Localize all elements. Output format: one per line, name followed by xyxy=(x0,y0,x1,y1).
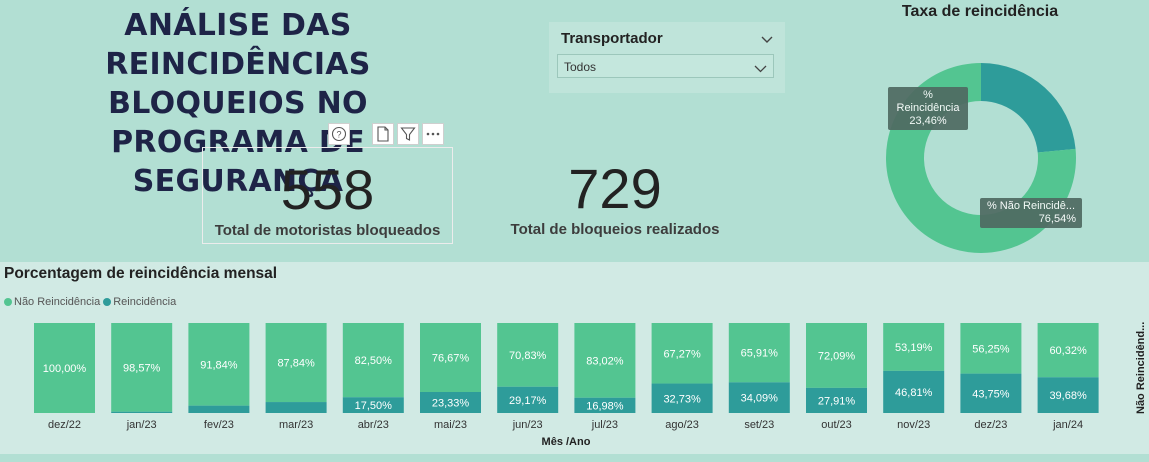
title-line-1: ANÁLISE DAS REINCIDÊNCIAS xyxy=(105,8,371,82)
bar-value-label: 82,50% xyxy=(355,355,393,367)
bar-value-label: 56,25% xyxy=(972,343,1010,355)
kpi-card-motoristas[interactable]: 558 Total de motoristas bloqueados xyxy=(202,147,453,244)
bar-value-label: 46,81% xyxy=(895,387,933,399)
x-tick-label: ago/23 xyxy=(665,419,699,431)
bar-reincidencia[interactable] xyxy=(111,411,173,413)
x-tick-label: abr/23 xyxy=(358,419,389,431)
bar-value-label: 98,57% xyxy=(123,362,161,374)
donut-title: Taxa de reincidência xyxy=(901,3,1059,20)
kpi-value: 558 xyxy=(280,158,375,221)
bar-value-label: 76,67% xyxy=(432,353,470,365)
x-tick-label: jan/23 xyxy=(126,419,157,431)
donut-label-name: % Não Reincidê... xyxy=(986,200,1076,212)
bar-value-label: 34,09% xyxy=(741,393,779,405)
bar-value-label: 67,27% xyxy=(663,348,701,360)
slicer-label: Transportador xyxy=(561,30,663,47)
kpi-card-bloqueios[interactable]: 729 Total de bloqueios realizados xyxy=(500,147,730,244)
bar-value-label: 23,33% xyxy=(432,398,470,410)
chevron-down-icon[interactable] xyxy=(761,31,773,49)
donut-label-nao-reincidencia: % Não Reincidê... 76,54% xyxy=(980,198,1082,228)
bar-value-label: 32,73% xyxy=(663,393,701,405)
x-tick-label: mar/23 xyxy=(279,419,313,431)
filter-icon xyxy=(400,127,416,141)
bar-value-label: 27,91% xyxy=(818,395,856,407)
bar-value-label: 16,98% xyxy=(586,400,624,412)
stacked-bar-chart: 100,00% dez/22 98,57% jan/23 91,84% fev/23 87,… xyxy=(34,323,1099,448)
x-tick-label: jan/24 xyxy=(1052,419,1083,431)
visual-header-toolbar xyxy=(372,123,444,146)
bar-value-label: 72,09% xyxy=(818,350,856,362)
bar-reincidencia[interactable] xyxy=(265,402,327,413)
side-legend-label: Não Reincidênd... xyxy=(1135,322,1147,414)
help-icon: ? xyxy=(331,126,347,142)
bar-value-label: 91,84% xyxy=(200,359,238,371)
bar-value-label: 29,17% xyxy=(509,395,547,407)
monthly-chart-panel: Porcentagem de reincidência mensal Não R… xyxy=(0,262,1149,454)
copy-visual-button[interactable] xyxy=(372,123,394,145)
more-options-button[interactable] xyxy=(422,123,444,145)
x-tick-label: fev/23 xyxy=(204,419,234,431)
x-tick-label: jul/23 xyxy=(591,419,618,431)
x-tick-label: out/23 xyxy=(821,419,852,431)
x-tick-label: dez/23 xyxy=(974,419,1007,431)
kpi-value: 729 xyxy=(568,157,662,220)
x-axis-title: Mês /Ano xyxy=(542,436,591,448)
donut-slice[interactable] xyxy=(981,63,1076,153)
kpi-label: Total de motoristas bloqueados xyxy=(214,222,441,239)
x-tick-label: jun/23 xyxy=(512,419,543,431)
slicer-selected-value: Todos xyxy=(564,60,597,74)
x-tick-label: dez/22 xyxy=(48,419,81,431)
bottom-strip xyxy=(0,454,1149,462)
svg-text:?: ? xyxy=(336,130,341,140)
donut-label-name: % Reincidência xyxy=(896,89,960,114)
chevron-down-icon xyxy=(754,60,767,78)
x-tick-label: mai/23 xyxy=(434,419,467,431)
bar-value-label: 65,91% xyxy=(741,348,779,360)
x-tick-label: nov/23 xyxy=(897,419,930,431)
slicer-dropdown[interactable]: Todos xyxy=(557,54,774,78)
bar-value-label: 60,32% xyxy=(1049,345,1087,357)
bar-value-label: 87,84% xyxy=(277,358,315,370)
filter-button[interactable] xyxy=(397,123,419,145)
bar-value-label: 100,00% xyxy=(43,363,87,375)
bar-value-label: 43,75% xyxy=(972,388,1010,400)
help-button[interactable]: ? xyxy=(328,123,350,145)
bar-value-label: 83,02% xyxy=(586,355,624,367)
document-icon xyxy=(377,126,389,142)
x-tick-label: set/23 xyxy=(744,419,774,431)
kpi-label: Total de bloqueios realizados xyxy=(510,221,720,238)
transportador-slicer: Transportador Todos xyxy=(549,22,785,93)
more-icon xyxy=(426,132,440,136)
donut-label-value: 76,54% xyxy=(1038,213,1076,225)
donut-label-reincidencia: % Reincidência 23,46% xyxy=(888,87,968,130)
bar-reincidencia[interactable] xyxy=(188,405,250,413)
donut-label-value: 23,46% xyxy=(909,115,947,127)
bar-value-label: 70,83% xyxy=(509,350,547,362)
bar-value-label: 53,19% xyxy=(895,342,933,354)
side-label-text: Não Reincidênd... xyxy=(1135,322,1147,414)
bar-value-label: 39,68% xyxy=(1049,390,1087,402)
bar-value-label: 17,50% xyxy=(355,400,393,412)
